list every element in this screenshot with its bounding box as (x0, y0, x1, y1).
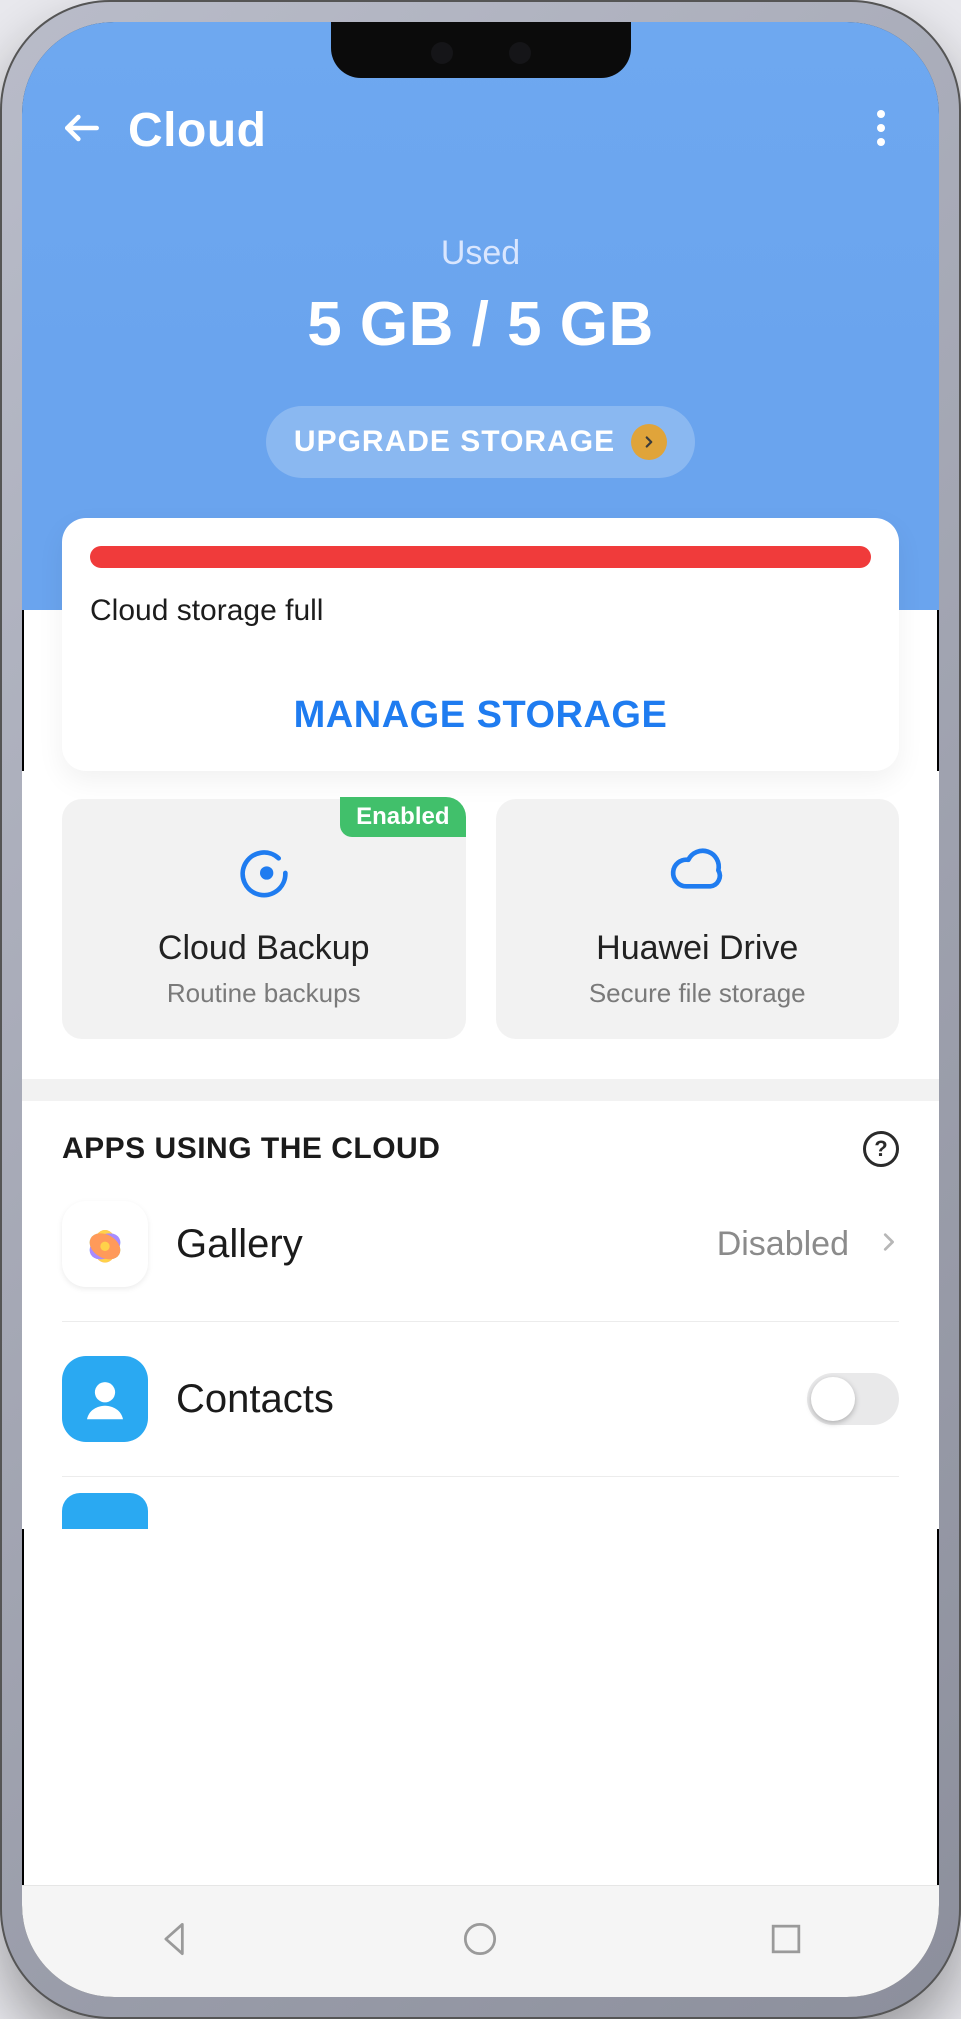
app-row-gallery[interactable]: Gallery Disabled (62, 1167, 899, 1322)
storage-summary: Used 5 GB / 5 GB UPGRADE STORAGE (22, 162, 939, 518)
square-recents-icon (764, 1917, 808, 1966)
tile-cloud-backup-title: Cloud Backup (82, 929, 446, 968)
tile-cloud-backup[interactable]: Enabled Cloud Backup Routine backups (62, 799, 466, 1039)
topbar-left: Cloud (50, 98, 266, 162)
storage-quota-text: 5 GB / 5 GB (42, 289, 919, 360)
system-nav-bar (22, 1885, 939, 1997)
triangle-back-icon (153, 1917, 197, 1966)
contacts-icon (62, 1356, 148, 1442)
chevron-right-icon (877, 1226, 899, 1263)
app-name: Contacts (176, 1377, 334, 1422)
app-row-contacts[interactable]: Contacts (62, 1322, 899, 1477)
toggle-knob (811, 1377, 855, 1421)
overflow-menu-button[interactable] (853, 102, 909, 158)
tile-huawei-drive[interactable]: Huawei Drive Secure file storage (496, 799, 900, 1039)
feature-tiles: Enabled Cloud Backup Routine backups (22, 771, 939, 1079)
cloud-icon (665, 841, 729, 905)
circle-home-icon (458, 1917, 502, 1966)
upgrade-storage-button[interactable]: UPGRADE STORAGE (266, 406, 695, 478)
manage-storage-button[interactable]: MANAGE STORAGE (294, 694, 668, 736)
storage-bar (90, 546, 871, 568)
upgrade-storage-label: UPGRADE STORAGE (294, 425, 615, 459)
nav-home-button[interactable] (452, 1914, 508, 1970)
chevron-right-icon (631, 424, 667, 460)
app-name: Gallery (176, 1222, 303, 1267)
question-icon: ? (874, 1136, 887, 1162)
enabled-badge: Enabled (340, 797, 465, 837)
arrow-left-icon (60, 106, 104, 155)
tile-cloud-backup-subtitle: Routine backups (82, 978, 446, 1009)
tile-huawei-drive-subtitle: Secure file storage (516, 978, 880, 1009)
nav-recents-button[interactable] (758, 1914, 814, 1970)
section-divider (22, 1079, 939, 1101)
phone-frame: Cloud Used 5 GB / 5 G (0, 0, 961, 2019)
apps-section-title: APPS USING THE CLOUD (62, 1132, 440, 1166)
tile-huawei-drive-title: Huawei Drive (516, 929, 880, 968)
notch (331, 22, 631, 78)
storage-bar-fill (90, 546, 871, 568)
apps-section-header: APPS USING THE CLOUD ? (62, 1131, 899, 1167)
toggle-contacts[interactable] (807, 1373, 899, 1425)
storage-card-wrap: Cloud storage full MANAGE STORAGE (22, 518, 939, 771)
page-title: Cloud (128, 103, 266, 158)
app-row-partial (62, 1477, 899, 1529)
more-vert-icon (877, 108, 885, 153)
cloud-backup-icon (232, 841, 296, 905)
help-button[interactable]: ? (863, 1131, 899, 1167)
apps-section: APPS USING THE CLOUD ? (22, 1101, 939, 1529)
screen: Cloud Used 5 GB / 5 G (22, 22, 939, 1997)
topbar: Cloud (22, 80, 939, 162)
storage-status-text: Cloud storage full (90, 594, 871, 628)
gallery-icon (62, 1201, 148, 1287)
nav-back-button[interactable] (147, 1914, 203, 1970)
content: Cloud Used 5 GB / 5 G (22, 22, 939, 1997)
back-button[interactable] (50, 98, 114, 162)
app-status-text: Disabled (717, 1225, 849, 1264)
app-icon-partial (62, 1493, 148, 1529)
used-label: Used (42, 234, 919, 273)
storage-card: Cloud storage full MANAGE STORAGE (62, 518, 899, 771)
